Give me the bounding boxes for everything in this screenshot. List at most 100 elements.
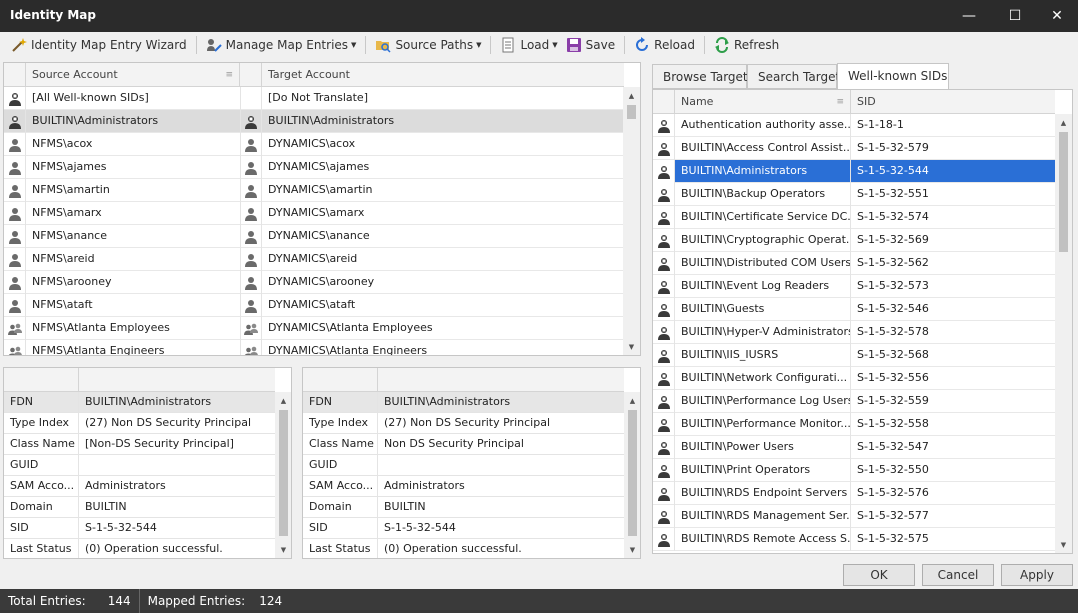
reload-button[interactable]: Reload — [630, 34, 699, 56]
reload-label: Reload — [654, 38, 695, 52]
property-value[interactable] — [79, 455, 275, 476]
sid-row[interactable]: BUILTIN\Guests S-1-5-32-546 — [653, 298, 1055, 321]
map-row[interactable]: NFMS\amarx DYNAMICS\amarx — [4, 202, 623, 225]
map-row[interactable]: NFMS\arooney DYNAMICS\arooney — [4, 271, 623, 294]
scroll-up-icon[interactable]: ▲ — [275, 392, 291, 409]
minimize-icon: — — [962, 8, 976, 24]
map-row[interactable]: NFMS\areid DYNAMICS\areid — [4, 248, 623, 271]
map-row[interactable]: BUILTIN\Administrators BUILTIN\Administra… — [4, 110, 623, 133]
property-value[interactable]: (27) Non DS Security Principal — [378, 413, 624, 434]
property-value[interactable]: S-1-5-32-544 — [79, 518, 275, 539]
sid-row[interactable]: BUILTIN\RDS Endpoint Servers S-1-5-32-576 — [653, 482, 1055, 505]
sid-row[interactable]: BUILTIN\IIS_IUSRS S-1-5-32-568 — [653, 344, 1055, 367]
sid-row[interactable]: BUILTIN\Certificate Service DC... S-1-5-3… — [653, 206, 1055, 229]
property-value[interactable]: BUILTIN — [378, 497, 624, 518]
scroll-thumb[interactable] — [627, 105, 636, 119]
save-button[interactable]: Save — [562, 34, 619, 56]
sid-row[interactable]: BUILTIN\Hyper-V Administrators S-1-5-32-5… — [653, 321, 1055, 344]
maximize-button[interactable]: ☐ — [992, 0, 1038, 32]
tab-search-target[interactable]: Search Target — [747, 64, 840, 89]
identity-map-grid[interactable]: Source Account ≡ Target Account [All Wel… — [3, 62, 641, 356]
source-account-cell: NFMS\arooney — [32, 275, 112, 288]
sid-name-cell: BUILTIN\Event Log Readers — [675, 275, 851, 298]
well-known-sids-grid[interactable]: Name ≡ SID Authentication authority asse… — [652, 89, 1073, 554]
map-row[interactable]: NFMS\ataft DYNAMICS\ataft — [4, 294, 623, 317]
wizard-button[interactable]: Identity Map Entry Wizard — [7, 34, 191, 56]
tab-well-known-sids[interactable]: Well-known SIDs — [837, 63, 949, 90]
map-row[interactable]: NFMS\anance DYNAMICS\anance — [4, 225, 623, 248]
scroll-down-icon[interactable]: ▼ — [623, 338, 640, 355]
name-column-header[interactable]: Name ≡ — [675, 90, 851, 114]
minimize-button[interactable]: — — [946, 0, 992, 32]
manage-entries-button[interactable]: Manage Map Entries ▼ — [202, 34, 361, 56]
sid-row[interactable]: BUILTIN\RDS Remote Access S... S-1-5-32-5… — [653, 528, 1055, 551]
source-paths-button[interactable]: Source Paths ▼ — [371, 34, 485, 56]
sid-grid-scrollbar[interactable]: ▲ ▼ — [1055, 114, 1072, 553]
tab-browse-target[interactable]: Browse Target — [652, 64, 748, 89]
sid-row[interactable]: BUILTIN\RDS Management Ser... S-1-5-32-57… — [653, 505, 1055, 528]
manage-entries-label: Manage Map Entries — [225, 38, 349, 52]
property-value[interactable]: (27) Non DS Security Principal — [79, 413, 275, 434]
sid-row[interactable]: BUILTIN\Network Configurati... S-1-5-32-5… — [653, 367, 1055, 390]
source-account-header[interactable]: Source Account ≡ — [26, 63, 240, 87]
map-row[interactable]: NFMS\ajames DYNAMICS\ajames — [4, 156, 623, 179]
map-row[interactable]: NFMS\Atlanta Employees DYNAMICS\Atlanta E… — [4, 317, 623, 340]
scroll-up-icon[interactable]: ▲ — [624, 392, 640, 409]
source-properties-grid[interactable]: FDN BUILTIN\Administrators Type Index (27) … — [3, 367, 292, 559]
property-value[interactable]: BUILTIN — [79, 497, 275, 518]
property-value[interactable]: Administrators — [79, 476, 275, 497]
source-properties-scrollbar[interactable]: ▲ ▼ — [275, 392, 291, 558]
sid-row[interactable]: BUILTIN\Cryptographic Operat... S-1-5-32-… — [653, 229, 1055, 252]
sid-row[interactable]: BUILTIN\Performance Log Users S-1-5-32-55… — [653, 390, 1055, 413]
sid-row[interactable]: BUILTIN\Administrators S-1-5-32-544 — [653, 160, 1055, 183]
scroll-thumb[interactable] — [628, 410, 637, 536]
sid-row[interactable]: BUILTIN\Performance Monitor... S-1-5-32-5… — [653, 413, 1055, 436]
sid-row[interactable]: BUILTIN\Distributed COM Users S-1-5-32-56… — [653, 252, 1055, 275]
scroll-thumb[interactable] — [1059, 132, 1068, 252]
user-shield-icon — [653, 114, 675, 137]
property-value[interactable]: (0) Operation successful. — [79, 539, 275, 558]
target-properties-scrollbar[interactable]: ▲ ▼ — [624, 392, 640, 558]
map-row[interactable]: NFMS\acox DYNAMICS\acox — [4, 133, 623, 156]
user-icon — [240, 248, 262, 271]
sid-row[interactable]: BUILTIN\Backup Operators S-1-5-32-551 — [653, 183, 1055, 206]
sid-row[interactable]: BUILTIN\Print Operators S-1-5-32-550 — [653, 459, 1055, 482]
property-value[interactable]: Administrators — [378, 476, 624, 497]
property-value[interactable]: (0) Operation successful. — [378, 539, 624, 558]
scroll-down-icon[interactable]: ▼ — [275, 541, 291, 558]
map-row[interactable]: NFMS\amartin DYNAMICS\amartin — [4, 179, 623, 202]
property-value[interactable]: Non DS Security Principal — [378, 434, 624, 455]
scroll-down-icon[interactable]: ▼ — [624, 541, 640, 558]
property-value[interactable]: [Non-DS Security Principal] — [79, 434, 275, 455]
sid-row[interactable]: Authentication authority asse... S-1-18-1 — [653, 114, 1055, 137]
property-value[interactable]: S-1-5-32-544 — [378, 518, 624, 539]
scroll-down-icon[interactable]: ▼ — [1055, 536, 1072, 553]
map-row[interactable]: NFMS\Atlanta Engineers DYNAMICS\Atlanta E… — [4, 340, 623, 356]
sid-row[interactable]: BUILTIN\Event Log Readers S-1-5-32-573 — [653, 275, 1055, 298]
scroll-up-icon[interactable]: ▲ — [1055, 114, 1072, 131]
target-account-header-label: Target Account — [268, 68, 350, 81]
sid-row[interactable]: BUILTIN\Access Control Assist... S-1-5-32… — [653, 137, 1055, 160]
map-grid-scrollbar[interactable]: ▲ ▼ — [623, 87, 640, 355]
sid-column-header[interactable]: SID — [851, 90, 1055, 114]
map-row[interactable]: [All Well-known SIDs] [Do Not Translate] — [4, 87, 623, 110]
target-properties-grid[interactable]: FDN BUILTIN\Administrators Type Index (27) … — [302, 367, 641, 559]
property-value[interactable] — [378, 455, 624, 476]
sid-row[interactable]: BUILTIN\Power Users S-1-5-32-547 — [653, 436, 1055, 459]
scroll-up-icon[interactable]: ▲ — [623, 87, 640, 104]
property-value[interactable]: BUILTIN\Administrators — [79, 392, 275, 413]
total-entries-label: Total Entries: — [8, 594, 86, 608]
target-account-cell: DYNAMICS\Atlanta Engineers — [268, 344, 428, 356]
target-account-header[interactable]: Target Account — [262, 63, 624, 87]
title-bar: Identity Map — ☐ ✕ — [0, 0, 1078, 32]
load-button[interactable]: Load ▼ — [496, 34, 561, 56]
refresh-button[interactable]: Refresh — [710, 34, 783, 56]
property-value[interactable]: BUILTIN\Administrators — [378, 392, 624, 413]
wizard-label: Identity Map Entry Wizard — [31, 38, 187, 52]
source-account-cell: NFMS\Atlanta Engineers — [32, 344, 165, 356]
scroll-thumb[interactable] — [279, 410, 288, 536]
cancel-button[interactable]: Cancel — [922, 564, 994, 586]
apply-button[interactable]: Apply — [1001, 564, 1073, 586]
close-button[interactable]: ✕ — [1034, 0, 1078, 32]
ok-button[interactable]: OK — [843, 564, 915, 586]
